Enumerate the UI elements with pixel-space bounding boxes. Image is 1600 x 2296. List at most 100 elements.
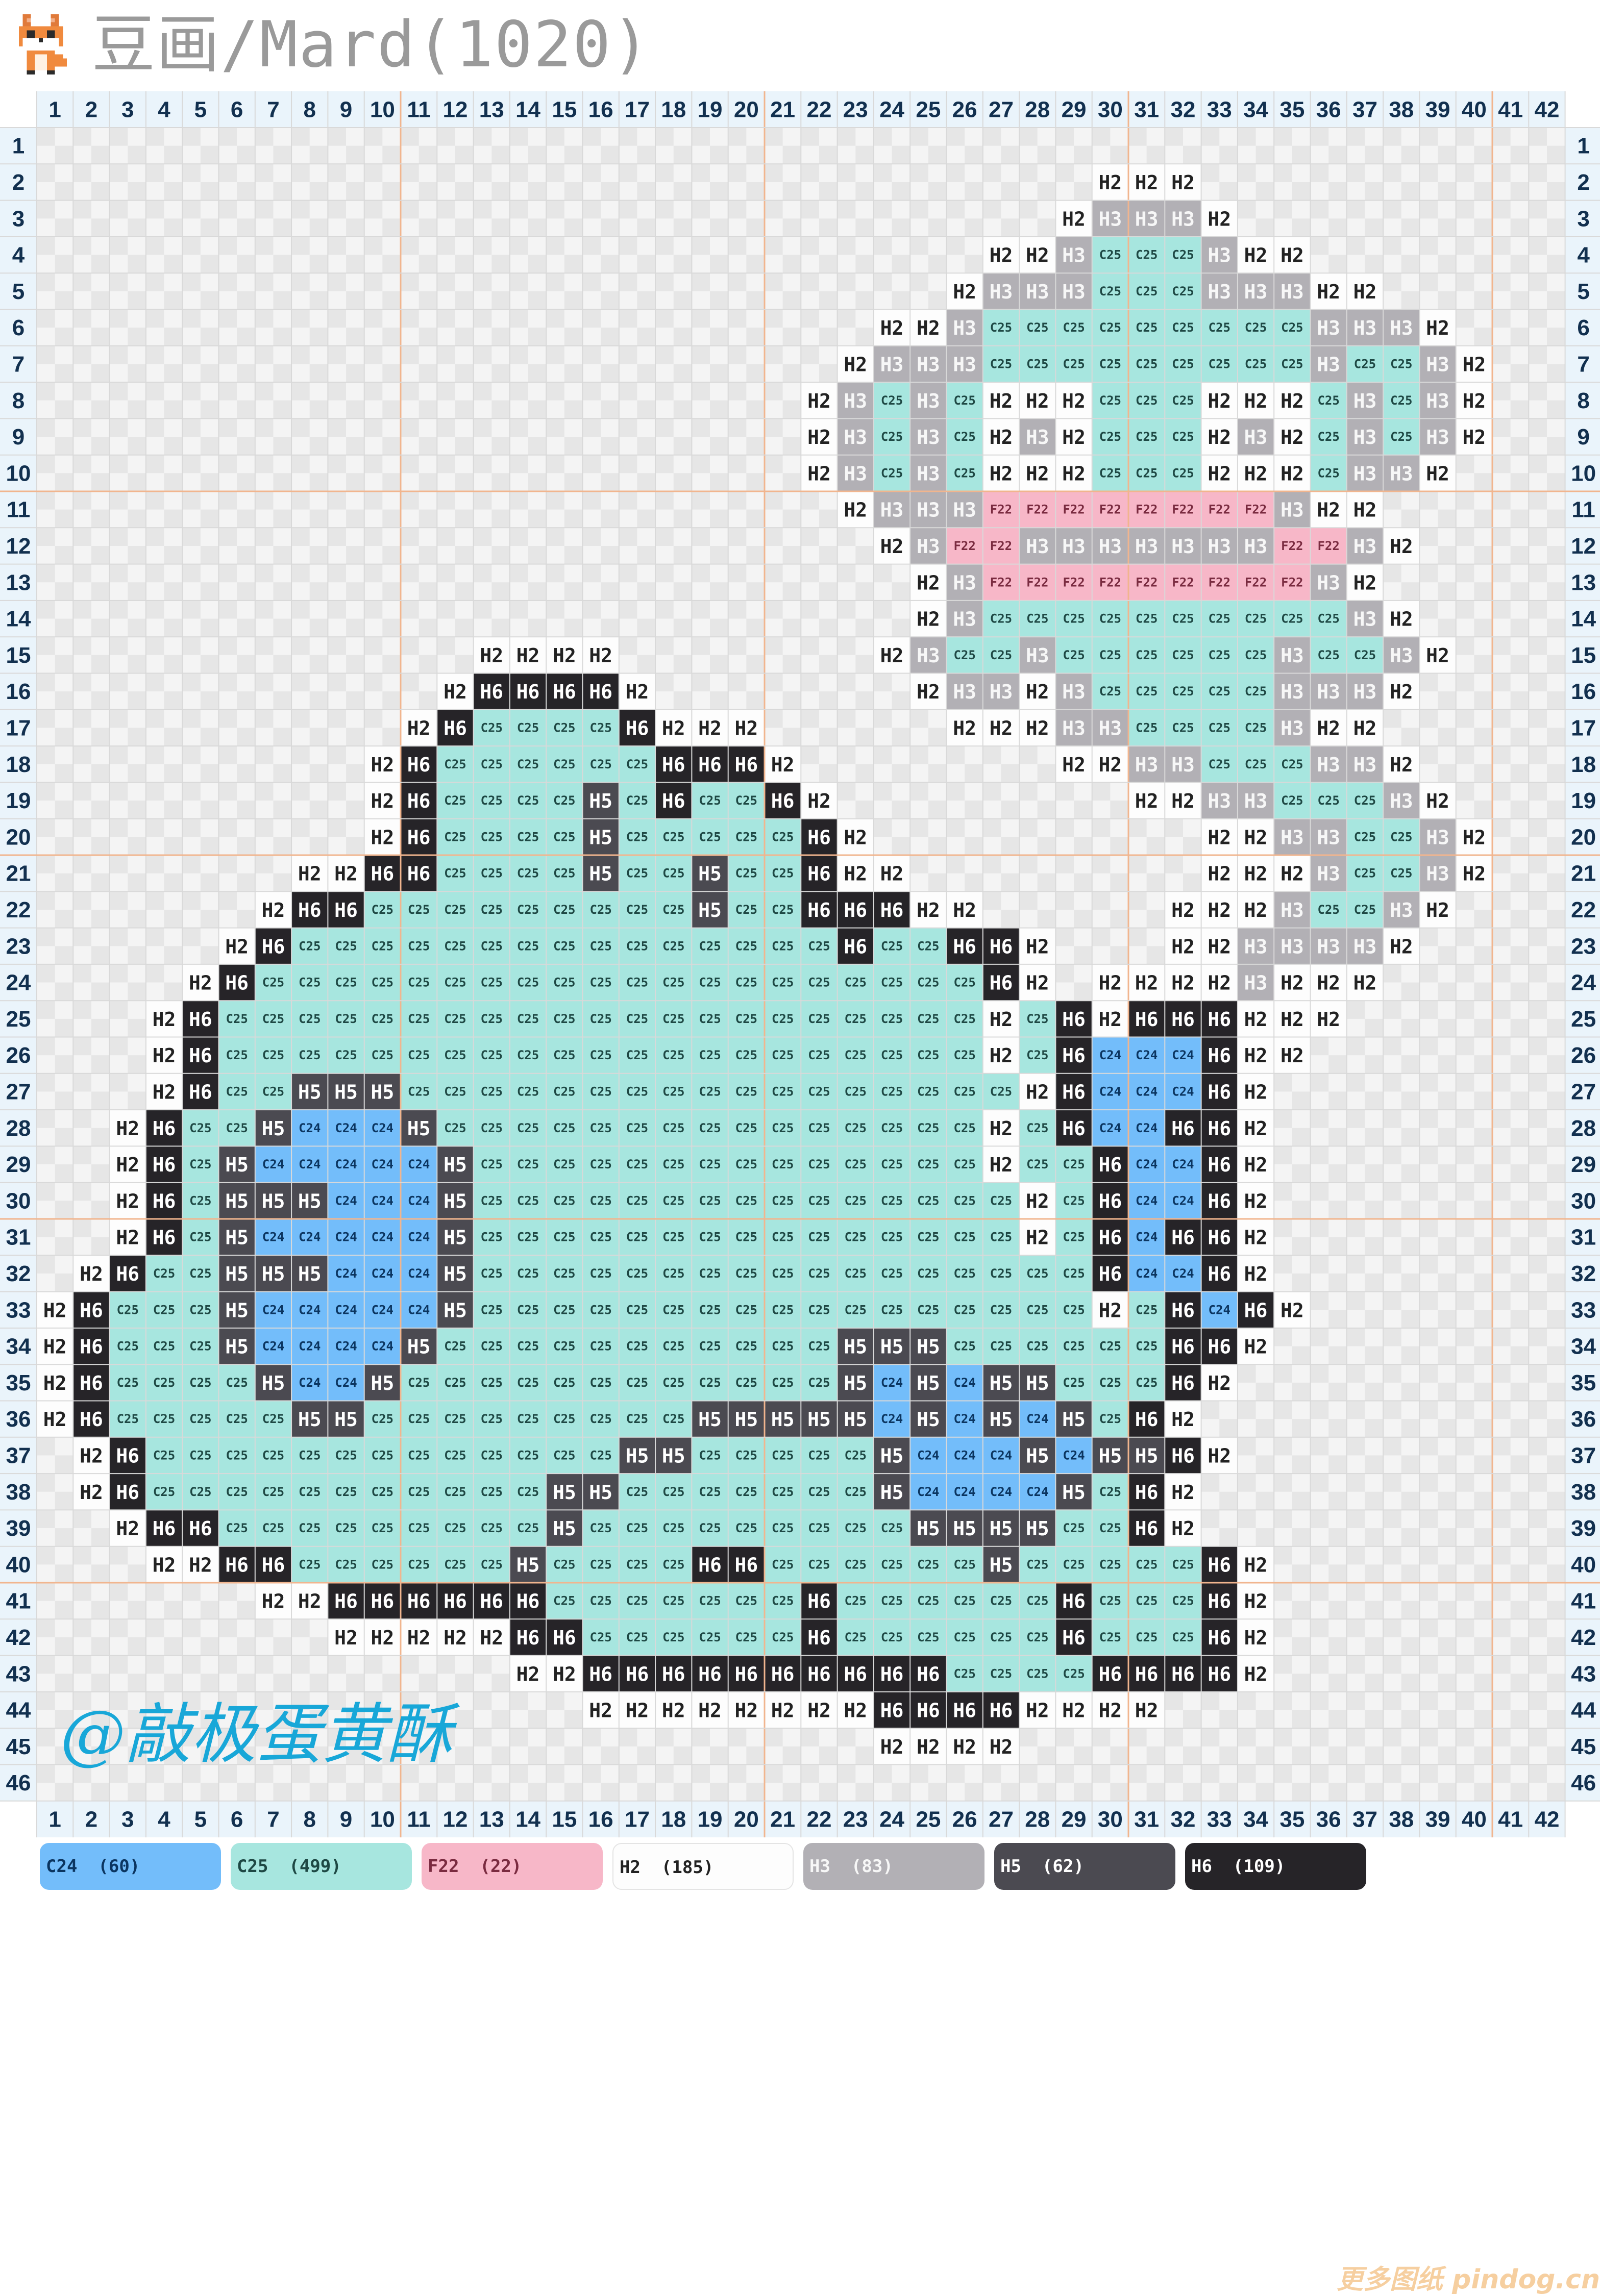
bead-label: C25 [735,1012,757,1026]
bead-label: C25 [189,1157,211,1171]
bead-label: H2 [444,681,467,703]
bead-label: C25 [881,1303,903,1317]
bead-label: H3 [844,426,867,448]
legend-swatch-c25: C25 (499) [231,1843,412,1890]
bead-label: C25 [881,393,903,408]
bead-label: C25 [699,1485,721,1499]
bead-label: F22 [1317,539,1339,553]
column-number-bottom: 2 [85,1807,97,1832]
bead-label: H6 [1135,1663,1159,1685]
row-number-left: 39 [6,1516,31,1541]
column-number-top: 41 [1498,97,1523,122]
column-number-bottom: 34 [1243,1807,1268,1832]
bead-label: C24 [335,1376,357,1390]
bead-label: C25 [262,1084,284,1099]
column-number-bottom: 17 [625,1807,650,1832]
row-number-right: 26 [1571,1043,1596,1068]
bead-label: H2 [1062,1700,1086,1722]
bead-label: C25 [444,1412,466,1426]
bead-label: H6 [225,972,249,994]
bead-label: H2 [990,1736,1013,1758]
bead-label: H5 [334,1081,358,1103]
bead-label: C24 [953,1376,975,1390]
row-number-right: 18 [1571,752,1596,777]
bead-label: H5 [990,1408,1013,1431]
bead-label: H6 [444,1590,467,1613]
bead-label: C25 [444,1084,466,1099]
column-number-bottom: 13 [479,1807,504,1832]
bead-label: C25 [953,648,975,662]
bead-label: H5 [225,1154,249,1176]
bead-label: H5 [1098,1444,1122,1467]
column-number-bottom: 24 [879,1807,904,1832]
column-number-bottom: 21 [770,1807,795,1832]
bead-label: H3 [1426,426,1449,448]
bead-label: C24 [1136,1266,1158,1281]
bead-label: H6 [589,1663,612,1685]
bead-label: C25 [408,1412,430,1426]
bead-label: C24 [299,1230,321,1244]
bead-label: C25 [189,1193,211,1208]
bead-label: C25 [953,1230,975,1244]
column-number-bottom: 33 [1207,1807,1232,1832]
bead-label: H6 [334,899,358,921]
bead-label: H3 [953,608,976,631]
bead-label: H6 [1171,1227,1195,1249]
bead-label: H6 [189,1517,212,1540]
bead-label: H3 [1317,571,1340,594]
bead-label: H2 [444,1627,467,1649]
bead-label: C25 [881,430,903,444]
bead-label: H5 [298,1263,322,1285]
bead-label: C25 [1099,1594,1121,1608]
bead-label: H3 [1390,790,1413,812]
bead-label: H6 [734,1554,758,1576]
bead-label: C25 [1099,1339,1121,1354]
bead-label: H2 [1026,681,1049,703]
bead-label: H3 [1062,281,1086,303]
bead-label: H5 [225,1227,249,1249]
bead-label: C25 [735,1121,757,1135]
bead-label: H5 [225,1190,249,1212]
column-number-bottom: 10 [370,1807,395,1832]
bead-label: H5 [953,1517,976,1540]
bead-label: C25 [917,1048,939,1062]
bead-label: C25 [881,939,903,953]
bead-label: H3 [1208,535,1231,558]
bead-label: H3 [1390,899,1413,921]
footer-site-link[interactable]: 更多图纸 pindog.cn [1337,2258,1600,2296]
bead-label: H6 [1244,1299,1268,1321]
row-number-left: 2 [12,170,24,195]
bead-label: C25 [699,939,721,953]
legend-code: H5 [1000,1856,1021,1877]
row-number-right: 45 [1571,1734,1596,1759]
bead-label: C25 [553,1230,575,1244]
bead-label: C25 [444,1485,466,1499]
bead-label: H2 [1353,499,1377,521]
bead-label: C25 [589,1412,611,1426]
bead-label: C25 [917,1193,939,1208]
bead-label: C24 [335,1266,357,1281]
bead-label: C25 [808,1303,830,1317]
bead-label: C25 [1317,466,1339,480]
bead-label: H6 [189,1081,212,1103]
bead-label: C25 [881,1266,903,1281]
bead-label: H3 [1135,754,1159,776]
column-number-top: 7 [267,97,279,122]
bead-label: C25 [517,1230,539,1244]
bead-label: C25 [444,939,466,953]
bead-label: C25 [917,1266,939,1281]
bead-label: C25 [408,1485,430,1499]
bead-label: C24 [372,1157,393,1171]
bead-label: H2 [371,790,394,812]
column-number-bottom: 7 [267,1807,279,1832]
row-number-right: 7 [1577,352,1589,377]
column-number-top: 37 [1352,97,1377,122]
bead-label: C24 [881,1412,903,1426]
bead-label: C25 [444,793,466,808]
bead-label: F22 [990,575,1012,589]
bead-label: H2 [1281,863,1304,885]
bead-label: H2 [43,1299,67,1321]
bead-label: C25 [517,976,539,990]
bead-label: H2 [1244,826,1268,848]
bead-label: H5 [444,1190,467,1212]
